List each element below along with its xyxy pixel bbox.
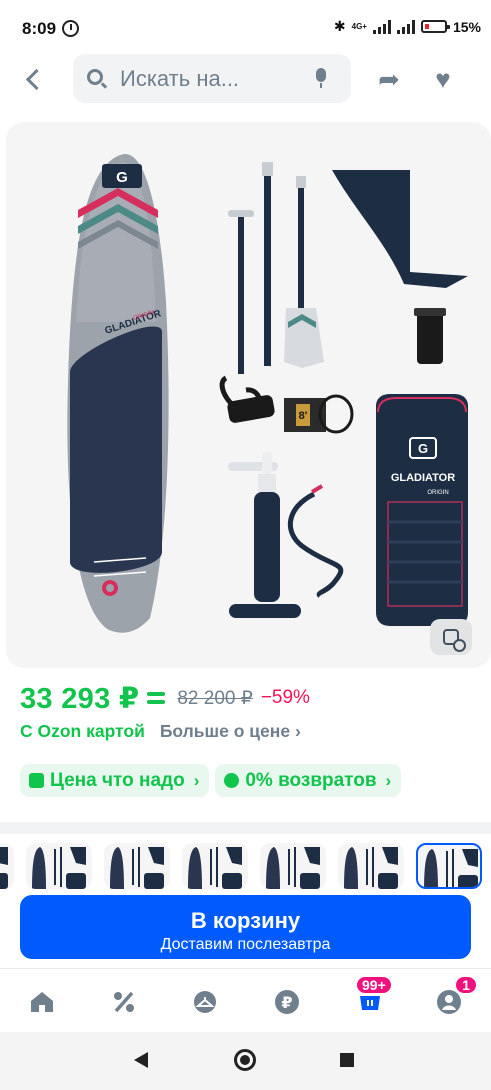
good-price-label: Цена что надо <box>50 769 185 791</box>
status-time: 8:09 <box>22 19 57 38</box>
cart-count-badge: 99+ <box>355 975 393 995</box>
signal-icon <box>372 19 391 34</box>
add-to-cart-button[interactable]: В корзину Доставим послезавтра <box>20 895 471 959</box>
back-arrow-icon[interactable] <box>20 65 48 93</box>
bag-series-label: ORIGIN <box>427 490 448 496</box>
sup-board-image: G GLADIATOR ORIGIN <box>67 153 169 633</box>
ozon-card-label: С Ozon картой <box>20 720 145 741</box>
variant-thumbnail[interactable] <box>26 843 92 889</box>
section-divider <box>0 822 491 834</box>
share-icon[interactable]: ➦ <box>374 64 404 94</box>
current-price: 33 293 ₽ <box>20 682 140 715</box>
old-price: 82 200 ₽ <box>177 687 253 709</box>
chevron-right-icon: › <box>385 770 392 790</box>
bag-image: G GLADIATOR ORIGIN <box>376 394 468 626</box>
svg-text:G: G <box>116 169 128 186</box>
microphone-icon[interactable] <box>315 68 327 88</box>
return-icon <box>224 773 240 788</box>
zero-returns-chip[interactable]: 0% возвратов › <box>215 764 402 797</box>
leash-image: 8' <box>219 375 354 434</box>
svg-text:G: G <box>418 441 428 456</box>
price-row: 33 293 ₽ 82 200 ₽ −59% <box>20 680 310 716</box>
variant-thumbnail[interactable] <box>0 843 14 889</box>
variant-thumbnail[interactable] <box>338 843 404 889</box>
bottom-navigation: ₽ 99+ 1 <box>0 968 491 1032</box>
system-back-icon[interactable] <box>134 1052 148 1068</box>
product-image-gallery[interactable]: G GLADIATOR ORIGIN 8' G GLADIATOR ORIGIN <box>6 122 491 668</box>
pump-image <box>228 452 344 618</box>
status-icons: ✱ 4G+ 15% <box>334 18 481 35</box>
svg-text:₽: ₽ <box>281 993 292 1012</box>
variant-thumbnail[interactable] <box>104 843 170 889</box>
bluetooth-icon: ✱ <box>333 18 346 34</box>
paddle-image <box>228 162 324 374</box>
variant-thumbnail[interactable] <box>182 843 248 889</box>
good-price-chip[interactable]: Цена что надо › <box>20 764 210 797</box>
add-to-cart-label: В корзину <box>190 908 301 933</box>
delivery-label: Доставим послезавтра <box>160 936 331 953</box>
search-box[interactable] <box>73 54 351 103</box>
search-icon <box>87 69 103 85</box>
ozon-card-price-icon <box>147 692 166 704</box>
variant-thumbnails <box>0 843 491 889</box>
profile-notification-badge: 1 <box>454 975 478 995</box>
fin-image <box>332 170 468 288</box>
system-home-icon[interactable] <box>234 1049 256 1071</box>
ruble-icon[interactable]: ₽ <box>272 987 302 1017</box>
product-image: G GLADIATOR ORIGIN 8' G GLADIATOR ORIGIN <box>67 153 468 633</box>
battery-icon <box>420 20 450 33</box>
leash-size-label: 8' <box>299 410 308 422</box>
system-recents-icon[interactable] <box>340 1053 354 1067</box>
signal-icon-2 <box>396 19 415 34</box>
search-input[interactable] <box>120 64 300 94</box>
price-details-link[interactable]: Больше о цене › <box>160 721 301 742</box>
battery-percent: 15% <box>452 18 481 35</box>
card-price-row: С Ozon картой Больше о цене › <box>20 719 301 743</box>
thumbs-up-icon <box>29 773 44 788</box>
chevron-right-icon: › <box>193 770 200 790</box>
bag-brand-label: GLADIATOR <box>391 472 455 484</box>
badges-row: Цена что надо › 0% возвратов › <box>20 764 402 797</box>
variant-thumbnail[interactable] <box>260 843 326 889</box>
variant-thumbnail[interactable] <box>416 843 482 889</box>
zero-returns-label: 0% возвратов <box>245 769 377 791</box>
valve-case-image <box>414 308 446 364</box>
network-type: 4G+ <box>351 21 367 31</box>
status-bar: 8:09 ✱ 4G+ 15% <box>0 0 491 58</box>
discount-icon[interactable] <box>109 987 139 1017</box>
discount-badge: −59% <box>260 687 310 708</box>
find-similar-icon[interactable] <box>430 619 472 655</box>
alarm-icon <box>62 20 79 37</box>
heart-icon[interactable]: ♥ <box>428 64 458 94</box>
home-icon[interactable] <box>27 987 57 1017</box>
system-navigation-bar <box>0 1032 491 1090</box>
top-bar: ➦ ♥ <box>0 54 491 104</box>
catalog-hanger-icon[interactable] <box>190 987 220 1017</box>
